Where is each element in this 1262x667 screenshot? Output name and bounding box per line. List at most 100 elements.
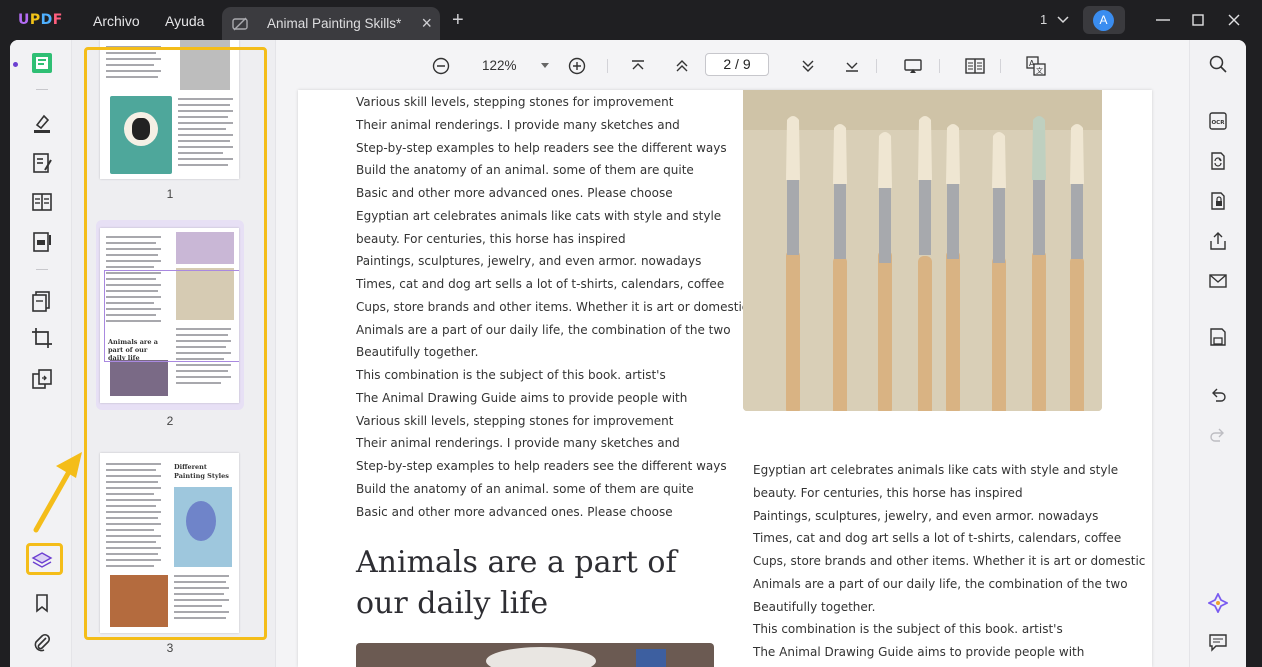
body-text-line: Paintings, sculptures, jewelry, and even… [356,254,702,269]
account-button[interactable]: A [1083,6,1125,34]
title-bar: UPDF Archivo Ayuda Animal Painting Skill… [0,0,1262,42]
undo-icon[interactable] [1208,385,1228,405]
menu-archivo[interactable]: Archivo [93,13,140,29]
organize-pages-button[interactable] [31,290,53,312]
layers-button[interactable] [31,550,53,572]
convert-file-icon[interactable] [1208,151,1228,171]
body-text-line: Step-by-step examples to help readers se… [356,459,727,473]
highlighter-icon [34,114,50,133]
brush-handle [878,250,892,411]
share-icon[interactable] [1208,231,1228,251]
right-tool-rail: OCR [1189,40,1246,667]
svg-text:OCR: OCR [1212,120,1226,126]
brush-bristles [946,124,960,184]
thumbnail-panel: 1 Animals are a part of our daily life 2… [72,40,276,667]
previous-page-icon[interactable] [672,56,692,76]
body-text-line: Paintings, sculptures, jewelry, and even… [753,508,1099,523]
new-tab-icon[interactable]: + [452,9,464,32]
body-text-line: Their animal renderings. I provide many … [356,117,680,132]
body-text-line: Various skill levels, stepping stones fo… [356,95,674,109]
attachment-button[interactable] [31,632,53,654]
search-icon[interactable] [1208,54,1228,74]
next-page-icon[interactable] [798,56,818,76]
paperclip-icon [34,633,51,652]
comment-list-icon[interactable] [1208,632,1228,652]
ai-assistant-icon[interactable] [1208,593,1228,613]
brush-handle [786,250,800,411]
zoom-out-icon[interactable] [431,56,451,76]
brush-ferrule [1071,179,1083,259]
convert-tool-button[interactable] [31,368,53,390]
left-tool-rail [10,40,72,667]
reader-mode-button[interactable] [31,52,53,74]
maximize-icon[interactable] [1187,9,1209,31]
body-text-line: Build the anatomy of an animal. some of … [356,481,694,496]
crop-tool-button[interactable] [31,327,53,349]
svg-text:A: A [1029,59,1035,68]
convert-icon [32,369,52,389]
body-text-line: Egyptian art celebrates animals like cat… [753,463,1119,477]
brush-handle [946,250,960,411]
body-text-line: This combination is the subject of this … [356,368,666,382]
brush-handle [833,256,847,411]
brush-handle [1032,250,1046,411]
brush-ferrule [919,175,931,255]
presentation-icon[interactable] [903,56,923,76]
close-window-icon[interactable] [1223,9,1245,31]
menu-ayuda[interactable]: Ayuda [165,13,204,29]
body-text-line: The Animal Drawing Guide aims to provide… [356,390,688,405]
brush-handle [1070,256,1084,411]
body-text-line: Beautifully together. [753,599,876,614]
ocr-icon[interactable]: OCR [1208,111,1228,131]
zoom-level[interactable]: 122% [482,58,517,73]
body-text-line: beauty. For centuries, this horse has in… [753,485,1023,500]
body-text-line: Animals are a part of our daily life, th… [356,322,731,337]
body-text-line: Build the anatomy of an animal. some of … [356,163,694,178]
body-text-line: Step-by-step examples to help readers se… [356,140,727,155]
body-text-line: Egyptian art celebrates animals like cat… [356,208,722,223]
minimize-icon[interactable] [1152,9,1174,31]
document-tab-icon [232,17,248,31]
body-text-line: Basic and other more advanced ones. Plea… [356,186,673,200]
last-page-icon[interactable] [842,56,862,76]
edit-pdf-button[interactable] [31,152,53,174]
protect-icon[interactable] [1208,191,1228,211]
body-text-line: beauty. For centuries, this horse has in… [356,231,626,246]
thumbnail-highlight-box [84,47,267,640]
form-icon [33,232,51,252]
tab-close-icon[interactable]: × [421,13,432,34]
body-text-line: The Animal Drawing Guide aims to provide… [753,645,1085,659]
translate-icon[interactable]: A文 [1026,56,1046,76]
app-body: 1 Animals are a part of our daily life 2… [10,40,1246,667]
page-layout-button[interactable] [31,191,53,213]
page-display-icon[interactable] [965,56,985,76]
form-tool-button[interactable] [31,231,53,253]
page-number-input[interactable]: 2 / 9 [705,53,769,76]
save-icon[interactable] [1208,327,1228,347]
paint-palette-photo [356,643,714,667]
brush-ferrule [947,179,959,259]
body-text-line: Cups, store brands and other items. Whet… [753,554,1146,568]
body-text-line: Times, cat and dog art sells a lot of t-… [356,277,725,291]
redo-icon[interactable] [1208,425,1228,445]
document-tab[interactable]: Animal Painting Skills* × [222,7,440,40]
tab-title: Animal Painting Skills* [267,16,402,31]
body-text-line: Cups, store brands and other items. Whet… [356,299,749,314]
brush-bristles [1032,116,1046,180]
rail-divider [36,89,48,90]
window-count-dropdown[interactable]: 1 [1040,12,1069,27]
zoom-dropdown-icon[interactable] [541,63,549,69]
body-text-line: Animals are a part of our daily life, th… [753,576,1128,591]
brush-bristles [992,132,1006,188]
brush-ferrule [834,179,846,259]
email-icon[interactable] [1208,271,1228,291]
zoom-in-icon[interactable] [567,56,587,76]
viewer-toolbar: 122% 2 / 9 A文 [276,40,1189,90]
comment-tool-button[interactable] [31,112,53,134]
section-heading: Animals are a part of our daily life [356,545,677,621]
brush-handle [918,256,932,411]
active-indicator [13,62,18,67]
brush-bristles [878,132,892,188]
first-page-icon[interactable] [628,56,648,76]
bookmark-button[interactable] [31,592,53,614]
